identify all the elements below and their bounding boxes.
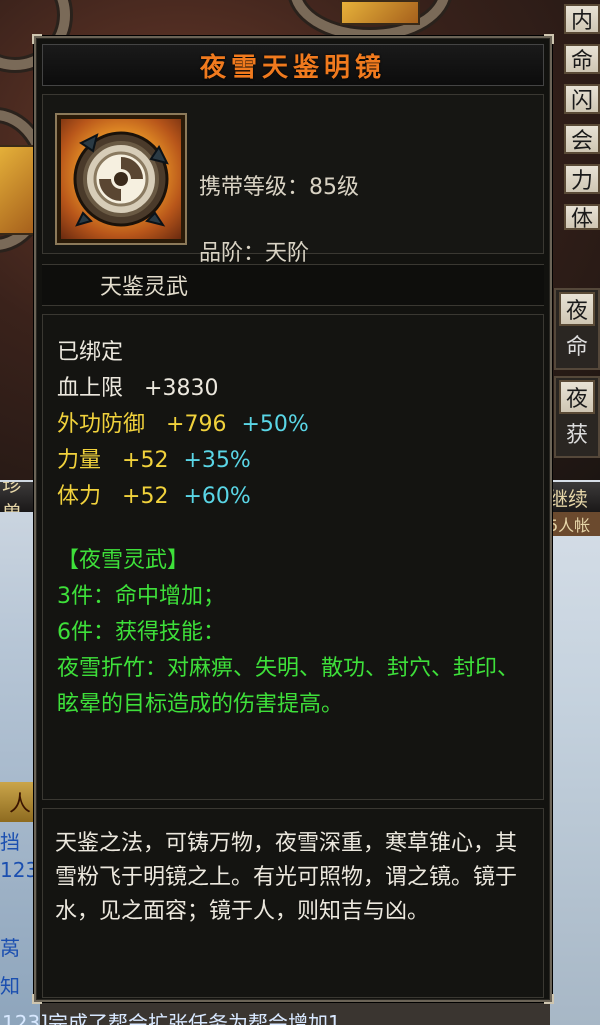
item-category: 天鉴灵武 <box>100 275 189 300</box>
frame-corner <box>544 994 554 1004</box>
continue-tab[interactable]: 继续 <box>548 482 600 512</box>
stat-name: 外功防御 <box>57 412 146 437</box>
frame-corner <box>32 34 42 44</box>
stat-bonus: +60% <box>183 484 251 509</box>
stat-row: 外功防御 +796 +50% <box>57 407 529 443</box>
side-button-hui[interactable]: 会 <box>564 124 600 154</box>
frame-corner <box>544 34 554 44</box>
side-button-shan[interactable]: 闪 <box>564 84 600 114</box>
side-panel-1: 夜 命 <box>554 288 600 370</box>
stat-value: +52 <box>122 448 169 473</box>
set-bonus-6: 6件：获得技能： <box>57 620 225 645</box>
side-panel-2: 夜 获 <box>554 376 600 458</box>
tooltip-title-bar: 夜雪天鉴明镜 <box>42 44 544 86</box>
side-panel-char[interactable]: 夜 <box>559 380 595 414</box>
frame-corner <box>32 994 42 1004</box>
stat-name: 体力 <box>57 484 102 509</box>
carry-level: 携带等级：85级 <box>199 175 359 200</box>
stat-value: +796 <box>166 412 227 437</box>
mirror-shield-icon <box>73 131 169 227</box>
stat-row: 血上限 +3830 <box>57 371 529 407</box>
stat-bonus: +50% <box>241 412 309 437</box>
category-bar: 天鉴灵武 <box>42 264 544 306</box>
side-panel-char[interactable]: 夜 <box>559 292 595 326</box>
item-tooltip: 夜雪天鉴明镜 携带等级：85级 品阶：天阶 天鉴灵武 已绑定 血上限 +3830… <box>32 34 554 1004</box>
side-panel-char: 命 <box>565 335 588 360</box>
continue-label: 继续 <box>548 486 588 511</box>
chat-fragment: 挡 <box>0 830 20 854</box>
side-button-nei[interactable]: 内 <box>564 4 600 34</box>
stat-bonus: +35% <box>183 448 251 473</box>
scene-right <box>550 480 600 1025</box>
item-header: 携带等级：85级 品阶：天阶 <box>42 94 544 266</box>
side-button-ming[interactable]: 命 <box>564 44 600 74</box>
chat-fragment: 123 <box>0 858 38 882</box>
stat-name: 血上限 <box>57 376 124 401</box>
stat-value: +52 <box>122 484 169 509</box>
item-icon-frame <box>55 113 187 245</box>
bag-item-icon[interactable] <box>340 0 420 25</box>
stat-value: +3830 <box>144 376 219 401</box>
side-panel-char: 获 <box>565 423 588 448</box>
chat-message: 123]完成了帮会扩张任务为帮会增加1 <box>2 1011 341 1025</box>
chat-fragment: 莴 <box>0 936 20 960</box>
info-tag: 5人帐 <box>548 512 600 536</box>
set-bonus-3: 3件：命中增加； <box>57 584 225 609</box>
stat-row: 体力 +52 +60% <box>57 479 529 515</box>
item-grade: 品阶：天阶 <box>199 241 310 266</box>
item-name: 夜雪天鉴明镜 <box>199 52 386 83</box>
stat-row: 力量 +52 +35% <box>57 443 529 479</box>
set-skill-text: 夜雪折竹：对麻痹、失明、散功、封穴、封印、眩晕的目标造成的伤害提高。 <box>57 656 520 717</box>
stat-name: 力量 <box>57 448 102 473</box>
bag-item-icon[interactable] <box>0 145 35 235</box>
bound-status: 已绑定 <box>57 340 124 365</box>
description-section: 天鉴之法，可铸万物，夜雪深重，寒草锥心，其雪粉飞于明镜之上。有光可照物，谓之镜。… <box>42 808 544 998</box>
side-button-li[interactable]: 力 <box>564 164 600 194</box>
stats-section: 已绑定 血上限 +3830 外功防御 +796 +50% 力量 +52 +35%… <box>42 314 544 800</box>
side-button-ti[interactable]: 体 <box>564 204 600 230</box>
set-name: 【夜雪灵武】 <box>57 548 190 573</box>
item-description: 天鉴之法，可铸万物，夜雪深重，寒草锥心，其雪粉飞于明镜之上。有光可照物，谓之镜。… <box>55 831 518 924</box>
